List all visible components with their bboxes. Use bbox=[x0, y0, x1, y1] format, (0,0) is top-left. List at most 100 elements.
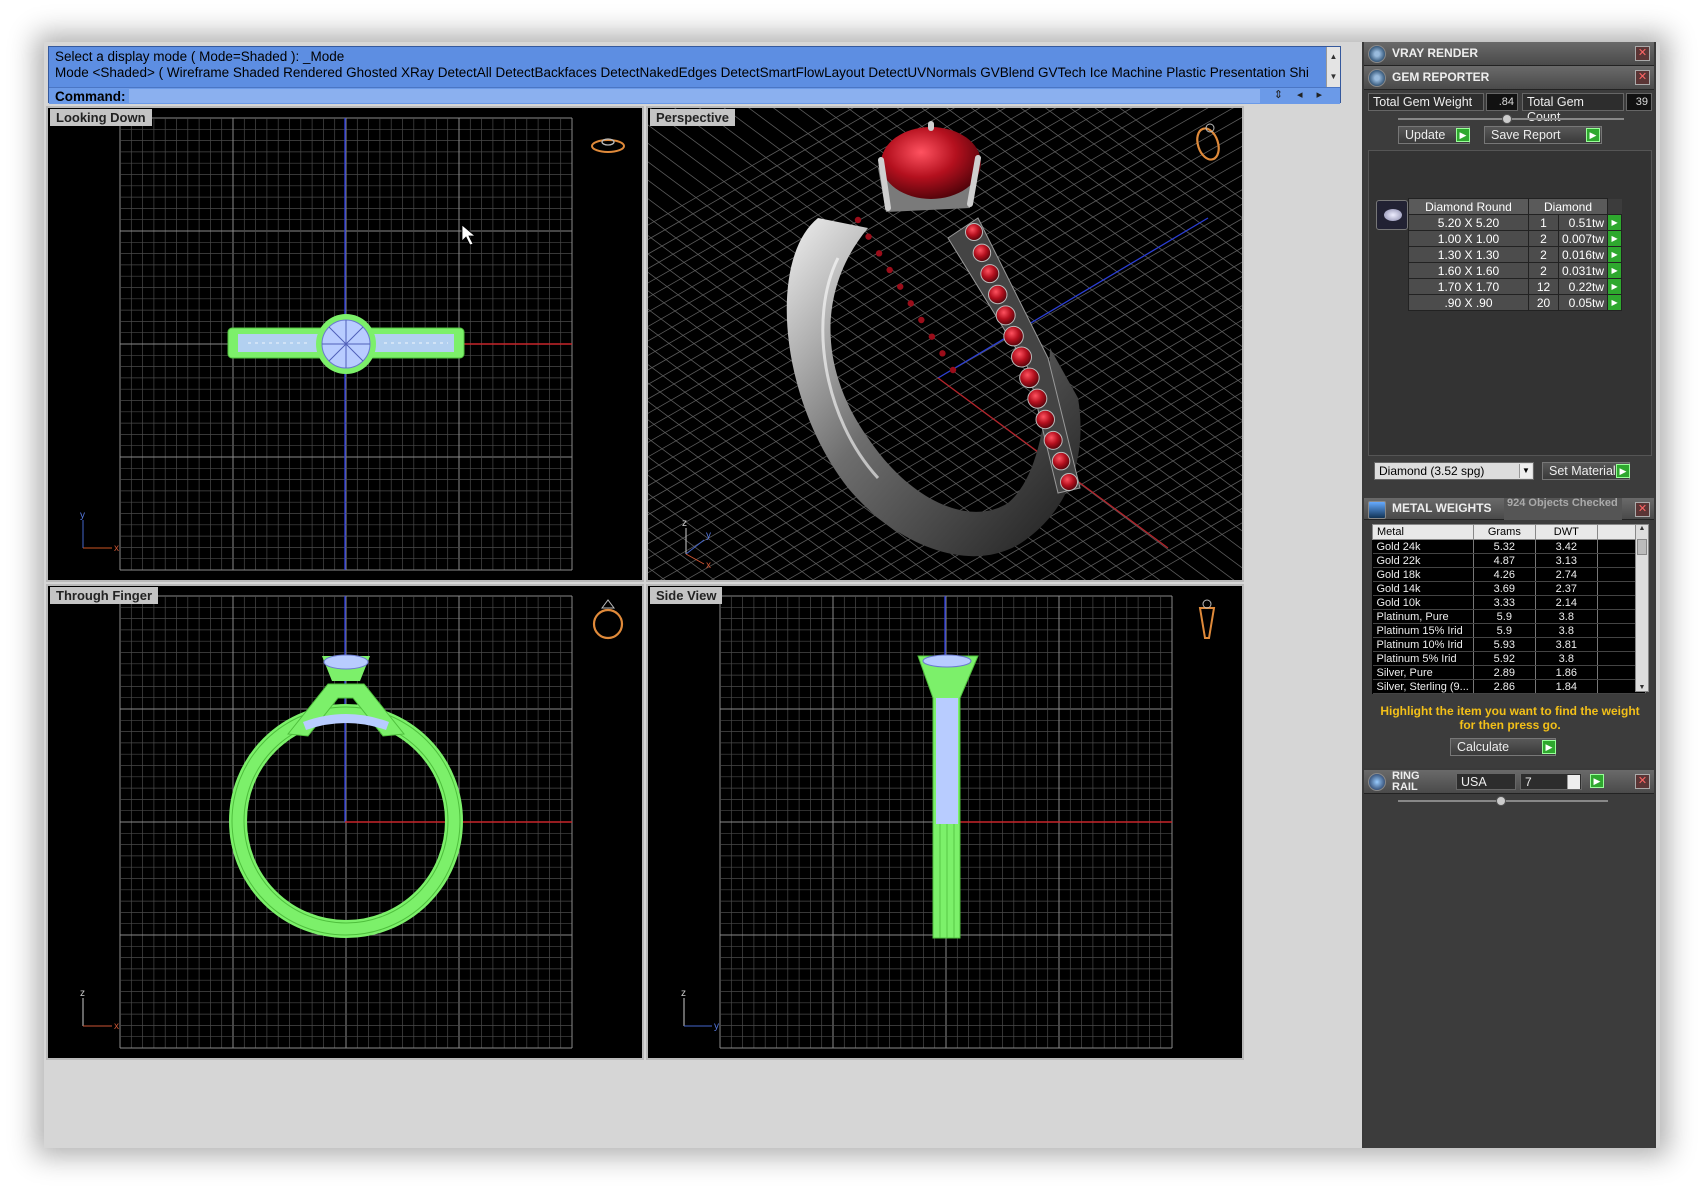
save-report-button[interactable]: Save Report bbox=[1484, 126, 1602, 144]
save-report-go-icon[interactable]: ▶ bbox=[1586, 128, 1600, 142]
metal-table-scrollbar[interactable]: ▲ ▼ bbox=[1635, 524, 1649, 692]
view-orientation-icon[interactable] bbox=[1198, 599, 1216, 639]
viewport-through-finger[interactable]: Through Finger z x bbox=[46, 584, 644, 1060]
gem-size: 1.00 X 1.00 bbox=[1408, 230, 1529, 247]
ruby-stone bbox=[965, 223, 983, 241]
update-go-icon[interactable]: ▶ bbox=[1456, 128, 1470, 142]
panel-title: RING RAIL bbox=[1392, 770, 1420, 793]
close-icon[interactable]: ✕ bbox=[1635, 70, 1650, 85]
ruby-stone bbox=[988, 284, 1008, 305]
gem-reporter-header[interactable]: GEM REPORTER ✕ bbox=[1364, 66, 1654, 90]
gem-weight: 0.22tw bbox=[1557, 278, 1609, 295]
viewport-label[interactable]: Through Finger bbox=[50, 587, 159, 604]
metal-grams: 5.32 bbox=[1473, 539, 1536, 554]
close-icon[interactable]: ✕ bbox=[1635, 774, 1650, 789]
metal-name: Platinum 5% Irid bbox=[1372, 651, 1474, 666]
gem-row[interactable]: 1.30 X 1.30 2 0.016tw ▶ bbox=[1408, 246, 1623, 263]
metal-row[interactable]: Gold 22k 4.87 3.13 bbox=[1372, 553, 1646, 568]
view-orientation-icon[interactable] bbox=[591, 138, 625, 153]
panel-title: VRAY RENDER bbox=[1392, 46, 1479, 60]
axis-y-label: y bbox=[714, 1021, 719, 1032]
metal-grams: 5.92 bbox=[1473, 651, 1536, 666]
gem-row-go-icon[interactable]: ▶ bbox=[1607, 278, 1623, 295]
gem-row[interactable]: 1.00 X 1.00 2 0.007tw ▶ bbox=[1408, 230, 1623, 247]
gem-size: 1.70 X 1.70 bbox=[1408, 278, 1529, 295]
viewport-perspective[interactable]: Perspective z y x bbox=[646, 106, 1244, 582]
viewport-label[interactable]: Perspective bbox=[650, 109, 735, 126]
viewport-label[interactable]: Side View bbox=[650, 587, 723, 604]
metal-grams: 2.86 bbox=[1473, 679, 1536, 694]
metal-grams: 2.89 bbox=[1473, 665, 1536, 680]
gem-row[interactable]: 1.60 X 1.60 2 0.031tw ▶ bbox=[1408, 262, 1623, 279]
gem-row[interactable]: 5.20 X 5.20 1 0.51tw ▶ bbox=[1408, 214, 1623, 231]
ruby-stone bbox=[939, 350, 946, 357]
ring-rail-header[interactable]: RING RAIL USA 7 ▶ ✕ bbox=[1364, 770, 1654, 794]
metal-name: Gold 14k bbox=[1372, 581, 1474, 596]
gem-table: Diamond Round Diamond 5.20 X 5.20 1 0.51tw… bbox=[1408, 198, 1623, 311]
ring-size-country[interactable]: USA bbox=[1456, 773, 1516, 790]
metal-dwt: 3.8 bbox=[1535, 623, 1598, 638]
view-orientation-icon[interactable] bbox=[1194, 123, 1223, 162]
command-nav-arrows[interactable]: ⇕◂▸ bbox=[1274, 88, 1336, 101]
column-header: DWT bbox=[1534, 524, 1598, 540]
gem-row-go-icon[interactable]: ▶ bbox=[1607, 214, 1623, 231]
ruby-stone bbox=[1027, 388, 1048, 409]
objects-checked-status: 924 Objects Checked bbox=[1504, 498, 1622, 520]
ruby-stone bbox=[1003, 325, 1024, 347]
metal-row[interactable]: Platinum 5% Irid 5.92 3.8 bbox=[1372, 651, 1646, 666]
ruby-stone bbox=[886, 266, 893, 274]
gem-row-go-icon[interactable]: ▶ bbox=[1607, 246, 1623, 263]
set-material-go-icon[interactable]: ▶ bbox=[1616, 464, 1630, 478]
viewport-side-view[interactable]: Side View z y bbox=[646, 584, 1244, 1060]
vray-render-header[interactable]: VRAY RENDER ✕ bbox=[1364, 42, 1654, 66]
metal-row[interactable]: Gold 18k 4.26 2.74 bbox=[1372, 567, 1646, 582]
ring-size-select[interactable]: 7 bbox=[1520, 773, 1582, 790]
material-select[interactable]: Diamond (3.52 spg) bbox=[1374, 462, 1534, 480]
ring-rail-go-icon[interactable]: ▶ bbox=[1590, 774, 1604, 788]
metal-weights-header[interactable]: METAL WEIGHTS 924 Objects Checked ✕ bbox=[1364, 498, 1654, 520]
metal-row[interactable]: Silver, Pure 2.89 1.86 bbox=[1372, 665, 1646, 680]
metal-row[interactable]: Platinum 10% Irid 5.93 3.81 bbox=[1372, 637, 1646, 652]
gem-row-go-icon[interactable]: ▶ bbox=[1607, 294, 1623, 311]
gem-reporter-icon bbox=[1368, 69, 1386, 87]
splitter-knob[interactable] bbox=[1496, 796, 1506, 806]
metal-row[interactable]: Platinum, Pure 5.9 3.8 bbox=[1372, 609, 1646, 624]
command-history-line-2[interactable]: Mode <Shaded> ( Wireframe Shaded Rendere… bbox=[55, 65, 1325, 80]
metal-row[interactable]: Gold 14k 3.69 2.37 bbox=[1372, 581, 1646, 596]
metal-grams: 3.69 bbox=[1473, 581, 1536, 596]
axis-z-label: z bbox=[682, 518, 687, 529]
ring-wireframe-top[interactable] bbox=[227, 314, 465, 374]
gem-row[interactable]: .90 X .90 20 0.05tw ▶ bbox=[1408, 294, 1623, 311]
gem-row-go-icon[interactable]: ▶ bbox=[1607, 262, 1623, 279]
command-input[interactable] bbox=[129, 89, 1260, 103]
ring-size-value: 7 bbox=[1525, 775, 1532, 789]
metal-grams: 5.9 bbox=[1473, 609, 1536, 624]
viewport-label[interactable]: Looking Down bbox=[50, 109, 152, 126]
gem-row[interactable]: 1.70 X 1.70 12 0.22tw ▶ bbox=[1408, 278, 1623, 295]
metal-row[interactable]: Gold 10k 3.33 2.14 bbox=[1372, 595, 1646, 610]
ruby-stone bbox=[980, 264, 1000, 284]
metal-dwt: 3.42 bbox=[1535, 539, 1598, 554]
close-icon[interactable]: ✕ bbox=[1635, 502, 1650, 517]
gem-count: 1 bbox=[1528, 214, 1559, 231]
gem-row-go-icon[interactable]: ▶ bbox=[1607, 230, 1623, 247]
metal-row[interactable]: Gold 24k 5.32 3.42 bbox=[1372, 539, 1646, 554]
viewport-looking-down[interactable]: Looking Down y x bbox=[46, 106, 644, 582]
view-orientation-icon[interactable] bbox=[592, 599, 624, 640]
splitter-knob[interactable] bbox=[1502, 114, 1512, 124]
calculate-button[interactable]: Calculate bbox=[1450, 738, 1556, 756]
metal-name: Gold 10k bbox=[1372, 595, 1474, 610]
metal-name: Platinum 10% Irid bbox=[1372, 637, 1474, 652]
ruby-stone bbox=[854, 216, 862, 224]
metal-dwt: 1.84 bbox=[1535, 679, 1598, 694]
ring-render[interactable] bbox=[786, 121, 1081, 557]
close-icon[interactable]: ✕ bbox=[1635, 46, 1650, 61]
gem-count: 20 bbox=[1528, 294, 1559, 311]
metal-row[interactable]: Platinum 15% Irid 5.9 3.8 bbox=[1372, 623, 1646, 638]
axis-z-label: z bbox=[681, 988, 686, 999]
calculate-go-icon[interactable]: ▶ bbox=[1542, 740, 1556, 754]
metal-name: Platinum 15% Irid bbox=[1372, 623, 1474, 638]
metal-row[interactable]: Silver, Sterling (9... 2.86 1.84 bbox=[1372, 679, 1646, 694]
gem-weight: 0.05tw bbox=[1557, 294, 1609, 311]
command-history-scrollbar[interactable]: ▲ ▼ bbox=[1326, 47, 1340, 88]
